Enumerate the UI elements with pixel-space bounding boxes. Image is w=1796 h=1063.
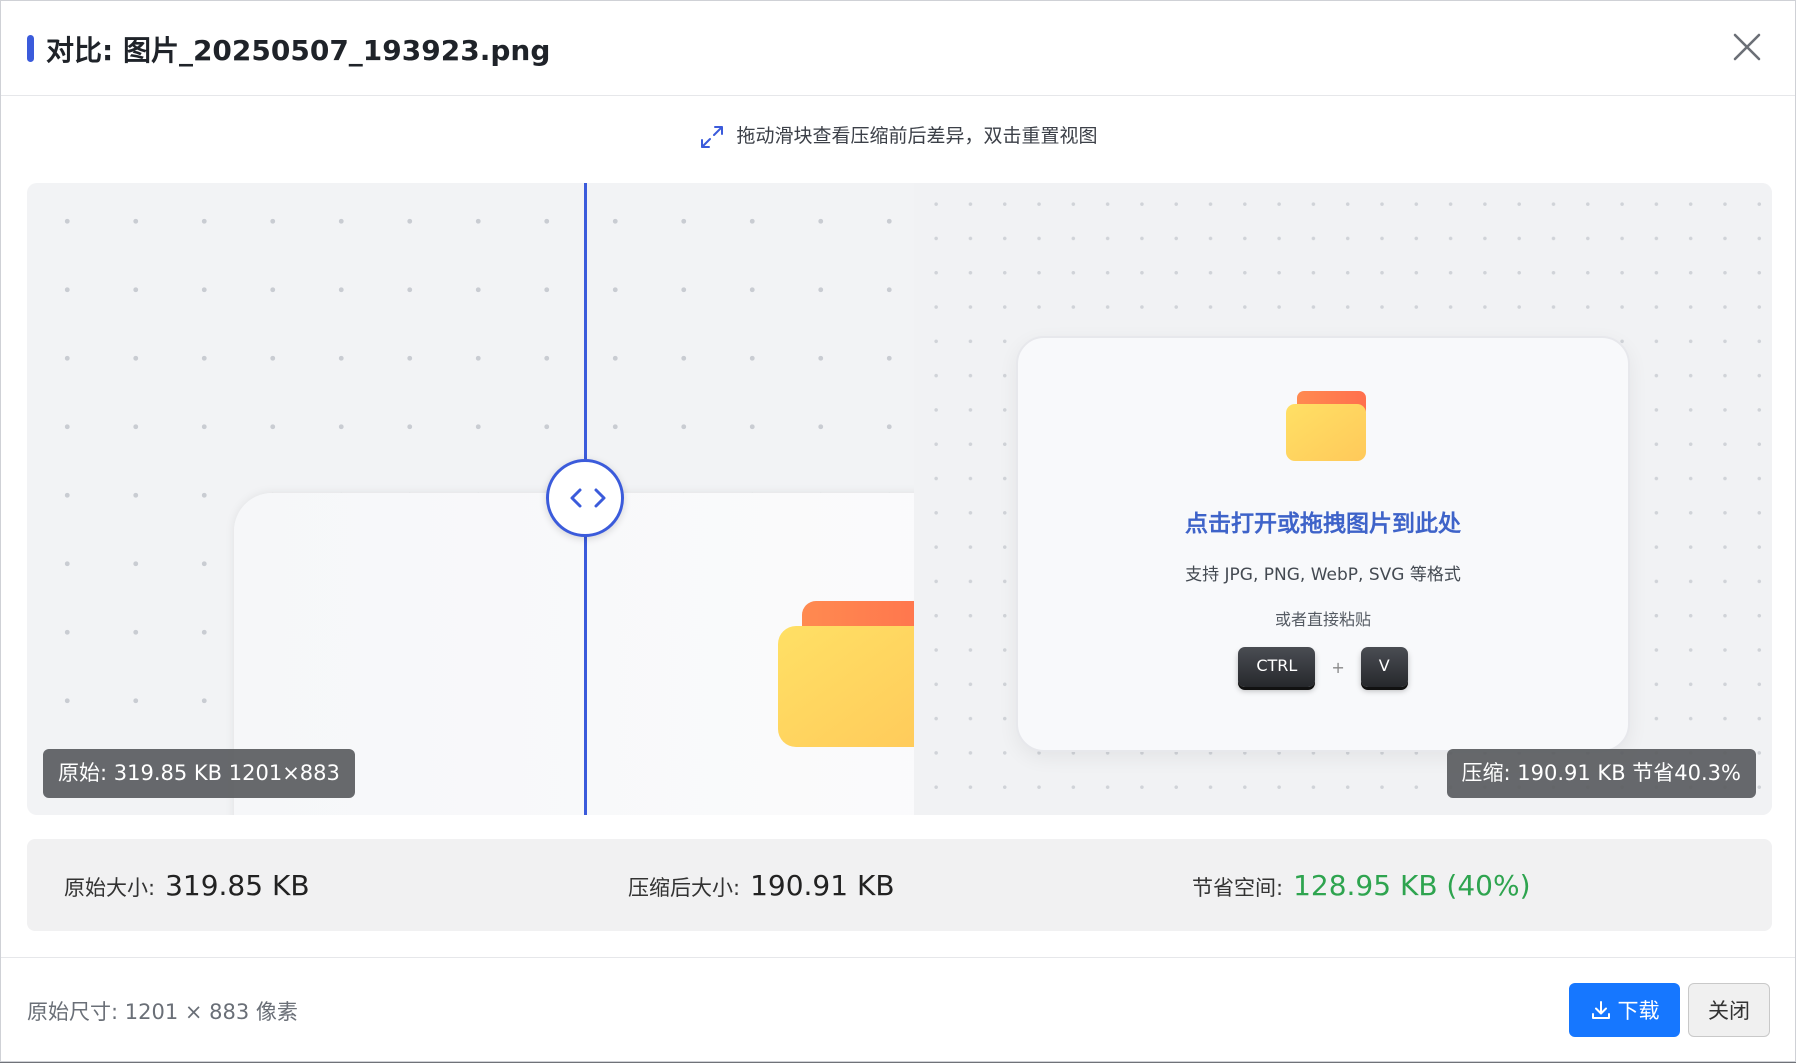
stat-compressed-label: 压缩后大小: (628, 876, 741, 900)
close-icon[interactable] (1729, 29, 1765, 65)
plus-sign: + (1331, 657, 1345, 677)
original-side (27, 183, 914, 815)
preview-drop-card: 点击打开或拖拽图片到此处 支持 JPG, PNG, WebP, SVG 等格式 … (1016, 336, 1630, 752)
stat-original-value: 319.85 KB (165, 869, 310, 902)
download-button[interactable]: 下载 (1569, 983, 1680, 1037)
v-key: V (1360, 647, 1408, 687)
hint-text: 拖动滑块查看压缩前后差异，双击重置视图 (736, 125, 1098, 147)
folder-icon (1286, 391, 1366, 461)
original-tag: 原始: 319.85 KB 1201×883 (43, 749, 355, 798)
stat-saved-value: 128.95 KB (40%) (1293, 869, 1531, 902)
stat-compressed: 压缩后大小: 190.91 KB (628, 869, 895, 902)
compare-dialog: 对比: 图片_20250507_193923.png 拖动滑块查看压缩前后差异，… (0, 0, 1796, 1062)
compare-viewport[interactable]: 点击打开或拖拽图片到此处 支持 JPG, PNG, WebP, SVG 等格式 … (27, 183, 1772, 815)
preview-subtitle: 支持 JPG, PNG, WebP, SVG 等格式 (1185, 565, 1461, 585)
stat-saved: 节省空间: 128.95 KB (40%) (1192, 869, 1531, 902)
folder-icon-zoomed (778, 601, 914, 747)
stat-saved-label: 节省空间: (1192, 876, 1284, 900)
dialog-footer: 原始尺寸: 1201 × 883 像素 下载 关闭 (1, 957, 1795, 1063)
chevrons-left-right-icon (570, 488, 606, 508)
download-icon (1591, 1001, 1610, 1019)
preview-title: 点击打开或拖拽图片到此处 (1185, 511, 1461, 537)
compressed-tag: 压缩: 190.91 KB 节省40.3% (1446, 749, 1756, 798)
ctrl-key: CTRL (1238, 647, 1316, 687)
stats-panel: 原始大小: 319.85 KB 压缩后大小: 190.91 KB 节省空间: 128.… (27, 839, 1772, 931)
stat-original-label: 原始大小: (64, 876, 156, 900)
expand-arrows-icon (701, 125, 724, 148)
dialog-header: 对比: 图片_20250507_193923.png (1, 1, 1795, 96)
close-button[interactable]: 关闭 (1688, 983, 1770, 1037)
compressed-side: 点击打开或拖拽图片到此处 支持 JPG, PNG, WebP, SVG 等格式 … (914, 183, 1772, 815)
slider-handle[interactable] (546, 459, 624, 537)
hint-bar: 拖动滑块查看压缩前后差异，双击重置视图 (1, 121, 1795, 151)
preview-or-text: 或者直接粘贴 (1274, 610, 1371, 629)
original-dimensions: 原始尺寸: 1201 × 883 像素 (27, 1000, 298, 1024)
download-label: 下载 (1617, 999, 1660, 1023)
dialog-title: 对比: 图片_20250507_193923.png (46, 34, 551, 67)
title-accent-bar (27, 35, 34, 62)
stat-original: 原始大小: 319.85 KB (64, 869, 310, 902)
stat-compressed-value: 190.91 KB (750, 869, 895, 902)
paste-shortcut: CTRL + V (1018, 647, 1628, 687)
